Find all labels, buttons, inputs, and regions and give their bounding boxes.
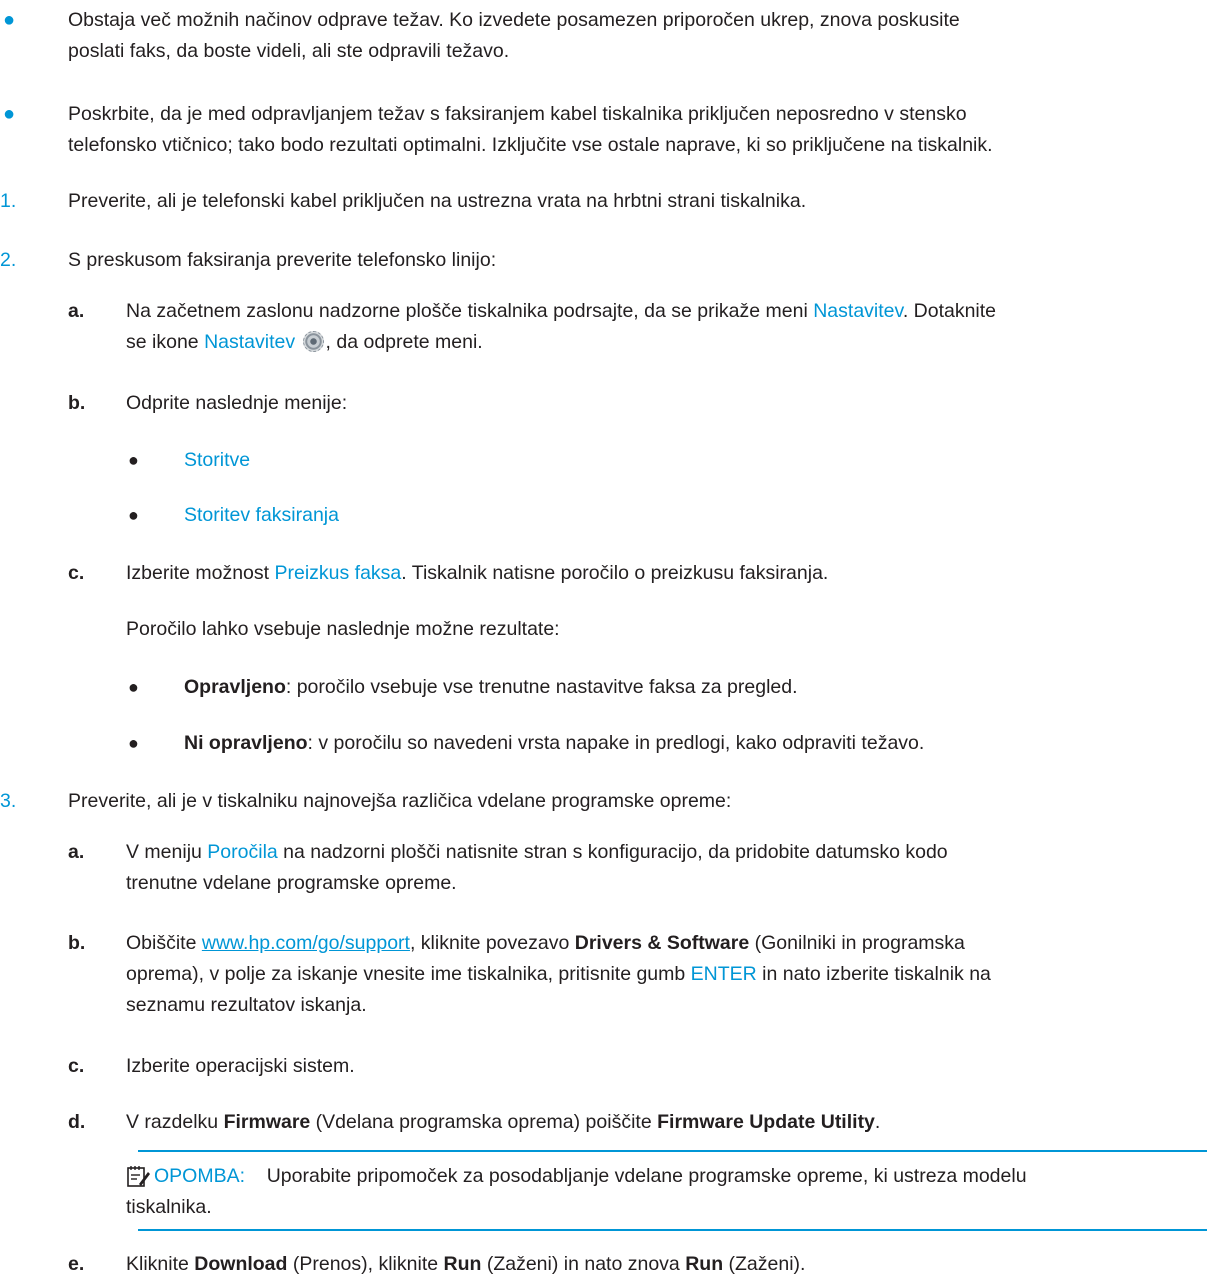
enter-button-label: ENTER — [690, 963, 757, 985]
step-text: Preverite, ali je v tiskalniku najnovejš… — [68, 790, 732, 812]
bullet-marker: ● — [128, 733, 139, 753]
substep-letter: c. — [68, 562, 85, 584]
drivers-software-link: Drivers & Software — [574, 932, 750, 954]
substep-letter: a. — [68, 300, 85, 322]
bullet-line: Poskrbite, da je med odpravljanjem težav… — [68, 103, 967, 125]
note-bottom-rule — [138, 1229, 1207, 1231]
bullet-marker: ● — [3, 103, 16, 125]
menu-link-nastavitev[interactable]: Nastavitev — [204, 331, 295, 353]
step-text: Preverite, ali je telefonski kabel prikl… — [68, 190, 807, 212]
document-page: ● Obstaja več možnih načinov odprave tež… — [0, 0, 1207, 1283]
step-number: 3. — [0, 790, 17, 812]
menu-link-preizkus-faksa[interactable]: Preizkus faksa — [274, 562, 401, 584]
substep-letter: a. — [68, 841, 85, 863]
settings-gear-icon — [302, 331, 324, 352]
menu-link-porocila[interactable]: Poročila — [207, 841, 277, 863]
step-number: 2. — [0, 249, 17, 271]
bullet-marker: ● — [128, 450, 139, 470]
substep-text: Odprite naslednje menije: — [126, 392, 348, 414]
substep-letter: b. — [68, 392, 86, 414]
bullet-marker: ● — [128, 505, 139, 525]
substep-letter: b. — [68, 932, 86, 954]
bullet-line: Obstaja več možnih načinov odprave težav… — [68, 9, 960, 31]
note-top-rule — [138, 1150, 1207, 1152]
bullet-line: telefonsko vtičnico; tako bodo rezultati… — [68, 134, 993, 156]
bullet-marker: ● — [128, 677, 139, 697]
step-number: 1. — [0, 190, 17, 212]
note-icon — [127, 1166, 150, 1187]
support-url-link[interactable]: www.hp.com/go/support — [202, 932, 410, 954]
step-text: S preskusom faksiranja preverite telefon… — [68, 249, 497, 271]
substep-text: Na začetnem zaslonu nadzorne plošče tisk… — [126, 300, 814, 322]
bullet-marker: ● — [3, 9, 16, 31]
substep-letter: d. — [68, 1111, 86, 1133]
menu-link-nastavitev[interactable]: Nastavitev — [813, 300, 903, 322]
substep-letter: c. — [68, 1055, 85, 1077]
substep-letter: e. — [68, 1253, 85, 1275]
note-label: OPOMBA: — [154, 1165, 246, 1187]
menu-link-storitve[interactable]: Storitve — [184, 445, 250, 476]
bullet-line: poslati faks, da boste videli, ali ste o… — [68, 40, 510, 62]
menu-link-storitev-faksiranja[interactable]: Storitev faksiranja — [184, 500, 339, 531]
